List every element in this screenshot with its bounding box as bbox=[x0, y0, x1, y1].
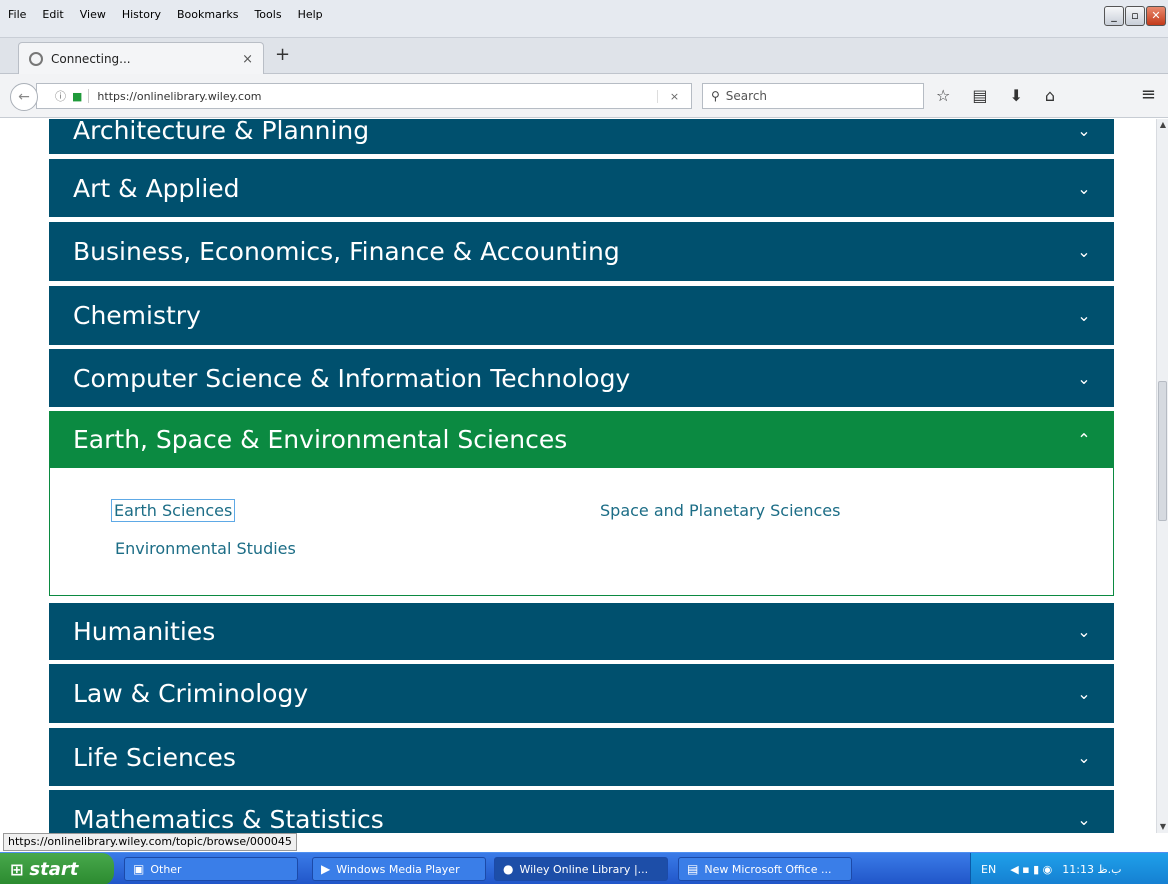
url-bar[interactable]: ⓘ ■ https://onlinelibrary.wiley.com × bbox=[36, 83, 692, 109]
accordion-label: Humanities bbox=[73, 617, 216, 646]
status-url-tooltip: https://onlinelibrary.wiley.com/topic/br… bbox=[3, 833, 297, 851]
accordion-architecture[interactable]: Architecture & Planning ⌄ bbox=[49, 119, 1114, 154]
task-label: Windows Media Player bbox=[336, 862, 460, 876]
accordion-label: Art & Applied bbox=[73, 173, 240, 203]
tray-icons[interactable]: ◀ ▪ ▮ ◉ bbox=[1010, 863, 1052, 876]
close-window-button[interactable]: ✕ bbox=[1146, 6, 1166, 26]
task-label: Other bbox=[150, 862, 182, 876]
browser-tab[interactable]: Connecting... × bbox=[18, 42, 264, 75]
task-windows-media-player[interactable]: ▶ Windows Media Player bbox=[312, 857, 486, 881]
tab-title: Connecting... bbox=[51, 52, 131, 66]
reading-list-icon[interactable]: ▤ bbox=[972, 86, 987, 105]
start-button[interactable]: ⊞ start bbox=[0, 853, 114, 884]
menu-edit[interactable]: Edit bbox=[34, 8, 71, 21]
clock: 11:13 ب.ظ bbox=[1062, 862, 1122, 876]
menu-file[interactable]: File bbox=[0, 8, 34, 21]
scroll-down-arrow-icon[interactable]: ▼ bbox=[1158, 822, 1168, 832]
page-content: Architecture & Planning ⌄ Art & Applied … bbox=[0, 119, 1156, 833]
accordion-earth-space[interactable]: Earth, Space & Environmental Sciences ⌃ bbox=[49, 411, 1114, 468]
windows-flag-icon: ⊞ bbox=[10, 859, 24, 879]
accordion-mathematics[interactable]: Mathematics & Statistics ⌄ bbox=[49, 790, 1114, 833]
tab-close-icon[interactable]: × bbox=[242, 52, 253, 67]
menu-bookmarks[interactable]: Bookmarks bbox=[169, 8, 246, 21]
minimize-button[interactable]: _ bbox=[1104, 6, 1124, 26]
url-separator bbox=[88, 89, 90, 103]
language-indicator[interactable]: EN bbox=[981, 863, 996, 876]
chevron-down-icon: ⌄ bbox=[1077, 622, 1091, 641]
toolbar-icons: ☆ ▤ ⬇ ⌂ bbox=[936, 86, 1055, 105]
accordion-art[interactable]: Art & Applied ⌄ bbox=[49, 159, 1114, 217]
accordion-computer-science[interactable]: Computer Science & Information Technolog… bbox=[49, 349, 1114, 407]
earth-space-panel: Earth Sciences Space and Planetary Scien… bbox=[49, 468, 1114, 596]
media-player-icon: ▶ bbox=[321, 862, 331, 876]
word-document-icon: ▤ bbox=[687, 862, 699, 876]
chevron-down-icon: ⌄ bbox=[1077, 121, 1091, 140]
link-earth-sciences[interactable]: Earth Sciences bbox=[110, 499, 236, 522]
accordion-label: Mathematics & Statistics bbox=[73, 804, 384, 834]
accordion-label: Chemistry bbox=[73, 301, 201, 330]
bookmark-star-icon[interactable]: ☆ bbox=[936, 86, 950, 105]
chevron-down-icon: ⌄ bbox=[1077, 747, 1091, 767]
restore-button[interactable]: ▫ bbox=[1125, 6, 1145, 26]
accordion-label: Architecture & Planning bbox=[73, 119, 370, 145]
chevron-down-icon: ⌄ bbox=[1077, 242, 1091, 261]
menu-tools[interactable]: Tools bbox=[246, 8, 289, 21]
info-icon[interactable]: ⓘ bbox=[55, 88, 66, 104]
scroll-up-arrow-icon[interactable]: ▲ bbox=[1158, 120, 1168, 130]
scrollbar-thumb[interactable] bbox=[1158, 381, 1167, 521]
accordion-business[interactable]: Business, Economics, Finance & Accountin… bbox=[49, 222, 1114, 281]
accordion-chemistry[interactable]: Chemistry ⌄ bbox=[49, 286, 1114, 345]
search-placeholder: Search bbox=[725, 89, 768, 103]
menu-items: File Edit View History Bookmarks Tools H… bbox=[0, 8, 331, 21]
chevron-down-icon: ⌄ bbox=[1077, 178, 1091, 198]
firefox-icon: ● bbox=[503, 862, 514, 876]
task-other[interactable]: ▣ Other bbox=[124, 857, 298, 881]
taskbar: ⊞ start ▣ Other ▶ Windows Media Player ●… bbox=[0, 852, 1168, 884]
chevron-down-icon: ⌄ bbox=[1077, 809, 1091, 829]
accordion-label: Computer Science & Information Technolog… bbox=[73, 363, 631, 393]
accordion-label: Law & Criminology bbox=[73, 679, 309, 708]
link-space-planetary-sciences[interactable]: Space and Planetary Sciences bbox=[600, 501, 840, 520]
system-tray: EN ◀ ▪ ▮ ◉ 11:13 ب.ظ bbox=[970, 853, 1168, 884]
loading-spinner-icon bbox=[29, 52, 43, 66]
menu-help[interactable]: Help bbox=[290, 8, 331, 21]
menu-history[interactable]: History bbox=[114, 8, 169, 21]
accordion-life-sciences[interactable]: Life Sciences ⌄ bbox=[49, 728, 1114, 786]
menu-hamburger-icon[interactable]: ≡ bbox=[1141, 84, 1156, 105]
accordion-label: Business, Economics, Finance & Accountin… bbox=[73, 237, 620, 266]
task-label: New Microsoft Office ... bbox=[704, 862, 832, 876]
task-wiley-online-library[interactable]: ● Wiley Online Library |... bbox=[494, 857, 668, 881]
search-input[interactable]: ⚲ Search bbox=[702, 83, 924, 109]
new-tab-button[interactable]: + bbox=[275, 44, 290, 65]
page-scrollbar[interactable]: ▲ ▼ bbox=[1156, 119, 1168, 833]
home-icon[interactable]: ⌂ bbox=[1045, 86, 1055, 105]
menu-view[interactable]: View bbox=[72, 8, 114, 21]
accordion-label: Life Sciences bbox=[73, 742, 236, 772]
chevron-down-icon: ⌄ bbox=[1077, 306, 1091, 325]
clear-url-icon[interactable]: × bbox=[657, 89, 691, 103]
chevron-down-icon: ⌄ bbox=[1077, 684, 1091, 703]
start-label: start bbox=[29, 858, 79, 880]
task-microsoft-office[interactable]: ▤ New Microsoft Office ... bbox=[678, 857, 852, 881]
accordion-humanities[interactable]: Humanities ⌄ bbox=[49, 603, 1114, 660]
accordion-law[interactable]: Law & Criminology ⌄ bbox=[49, 664, 1114, 723]
link-environmental-studies[interactable]: Environmental Studies bbox=[115, 539, 296, 558]
navigation-bar: ⓘ ■ https://onlinelibrary.wiley.com × ← … bbox=[0, 74, 1168, 118]
download-arrow-icon[interactable]: ⬇ bbox=[1009, 86, 1022, 105]
folder-icon: ▣ bbox=[133, 862, 145, 876]
search-icon: ⚲ bbox=[711, 89, 720, 103]
menu-bar: File Edit View History Bookmarks Tools H… bbox=[0, 0, 1168, 38]
lock-icon[interactable]: ■ bbox=[72, 90, 82, 103]
task-label: Wiley Online Library |... bbox=[519, 862, 649, 876]
chevron-up-icon: ⌃ bbox=[1077, 430, 1091, 449]
chevron-down-icon: ⌄ bbox=[1077, 368, 1091, 388]
back-arrow-icon[interactable]: ← bbox=[10, 83, 38, 111]
accordion-label: Earth, Space & Environmental Sciences bbox=[73, 425, 568, 454]
window-controls: _ ▫ ✕ bbox=[1104, 6, 1166, 26]
url-text[interactable]: https://onlinelibrary.wiley.com bbox=[97, 90, 657, 103]
